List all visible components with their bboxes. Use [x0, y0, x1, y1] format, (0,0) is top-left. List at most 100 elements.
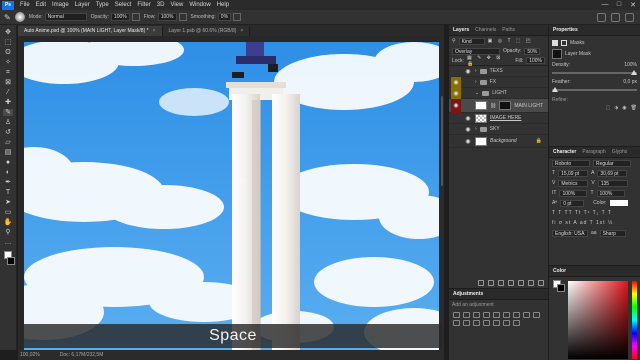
visibility-eye-icon[interactable]: ◉ — [464, 126, 472, 133]
channel-mixer-icon[interactable] — [453, 320, 460, 326]
tracking-select[interactable]: 135 — [597, 179, 628, 187]
search-icon[interactable] — [597, 12, 606, 22]
load-selection-icon[interactable]: ⬚ — [606, 105, 611, 111]
fx-icon[interactable] — [488, 280, 494, 286]
smoothing-field[interactable]: 0% — [217, 13, 232, 21]
font-style-select[interactable]: Regular — [593, 159, 631, 167]
airbrush-icon[interactable] — [178, 13, 187, 21]
tab-layers[interactable]: Layers — [453, 27, 469, 33]
density-value[interactable]: 100% — [624, 62, 637, 68]
chevron-right-icon[interactable]: › — [475, 68, 477, 74]
lasso-tool-icon[interactable]: ʘ — [3, 49, 13, 56]
visibility-eye-icon[interactable]: ◉ — [622, 105, 626, 111]
visibility-eye-icon[interactable]: ◉ — [452, 79, 460, 86]
filter-icons[interactable]: ▣ ◎ T ⬚ ◰ — [488, 38, 533, 44]
link-icon[interactable]: ⛓ — [490, 103, 496, 109]
layer-row-sky[interactable]: ◉ › SKY — [449, 124, 548, 135]
layer-row-fx[interactable]: ◉ › FX — [449, 76, 548, 88]
brush-preset-picker[interactable] — [14, 12, 25, 22]
tab-paragraph[interactable]: Paragraph — [582, 149, 605, 155]
menu-image[interactable]: Image — [49, 2, 72, 8]
layer-thumbnail[interactable] — [475, 113, 487, 123]
menu-file[interactable]: File — [17, 2, 33, 8]
tab-glyphs[interactable]: Glyphs — [612, 149, 628, 155]
horizontal-scale-field[interactable]: 100% — [596, 189, 625, 197]
move-tool-icon[interactable]: ✥ — [3, 29, 13, 36]
apply-mask-icon[interactable]: ⬗ — [614, 105, 618, 111]
layer-thumbnail[interactable] — [475, 136, 487, 146]
invert-icon[interactable] — [473, 320, 480, 326]
photo-filter-icon[interactable] — [533, 312, 540, 318]
menu-window[interactable]: Window — [186, 2, 213, 8]
new-group-icon[interactable] — [518, 280, 524, 286]
frame-tool-icon[interactable]: ⊠ — [3, 79, 13, 86]
adjustments-title[interactable]: Adjustments — [453, 291, 483, 297]
layer-row-main-light[interactable]: ◉ ⛓ MAIN LIGHT — [449, 98, 548, 113]
layer-opacity-field[interactable]: 50% — [524, 47, 541, 55]
brush-tool-icon[interactable]: ✎ — [4, 13, 11, 22]
type-style-buttons[interactable]: T T TT Tt T¹ T₁ T T — [549, 208, 640, 218]
blend-mode-select[interactable]: Overlay — [452, 47, 500, 55]
zoom-tool-icon[interactable]: ⚲ — [3, 229, 13, 236]
minimize-button[interactable]: — — [598, 1, 612, 9]
marquee-tool-icon[interactable]: ⬚ — [3, 39, 13, 46]
opentype-buttons[interactable]: fi σ st A ad T 1st ½ — [549, 218, 640, 228]
vertical-scale-field[interactable]: 100% — [559, 189, 588, 197]
layer-thumbnail[interactable] — [475, 101, 487, 110]
path-select-tool-icon[interactable]: ➤ — [3, 199, 13, 206]
tab-auto-anime[interactable]: Auto Anime.psd @ 100% (MAIN LIGHT, Layer… — [18, 26, 163, 36]
exposure-icon[interactable] — [483, 312, 490, 318]
close-tab-icon[interactable]: × — [240, 28, 243, 34]
posterize-icon[interactable] — [483, 320, 490, 326]
mode-select[interactable]: Normal — [44, 13, 87, 21]
gradient-tool-icon[interactable]: ▤ — [3, 149, 13, 156]
eyedropper-tool-icon[interactable]: ⁄ — [3, 89, 13, 96]
history-brush-tool-icon[interactable]: ↺ — [3, 129, 13, 136]
brush-tool-icon-active[interactable]: ✎ — [3, 109, 13, 116]
tab-character[interactable]: Character — [553, 149, 576, 155]
tab-properties[interactable]: Properties — [553, 27, 578, 33]
vector-mask-icon[interactable] — [561, 39, 567, 46]
color-picker-field[interactable] — [568, 281, 628, 359]
smoothing-options-icon[interactable] — [233, 13, 242, 21]
eraser-tool-icon[interactable]: ▱ — [3, 139, 13, 146]
fill-field[interactable]: 100% — [526, 57, 545, 64]
gradient-map-icon[interactable] — [503, 320, 510, 326]
pixel-mask-icon[interactable] — [552, 39, 558, 46]
kerning-select[interactable]: Metrics — [558, 179, 589, 187]
tab-layer-1[interactable]: Layer 1.psb @ 60.6% (RGB/8) × — [162, 26, 251, 36]
color-balance-icon[interactable] — [513, 312, 520, 318]
menu-layer[interactable]: Layer — [72, 2, 93, 8]
color-lookup-icon[interactable] — [463, 320, 470, 326]
menu-select[interactable]: Select — [112, 2, 135, 8]
menu-3d[interactable]: 3D — [154, 2, 168, 8]
text-color-swatch[interactable] — [609, 200, 628, 206]
tab-paths[interactable]: Paths — [502, 27, 515, 33]
baseline-field[interactable]: 0 pt — [560, 199, 585, 207]
blur-tool-icon[interactable]: ● — [3, 159, 13, 166]
density-slider[interactable] — [552, 70, 637, 75]
maximize-button[interactable]: □ — [612, 1, 626, 9]
brightness-icon[interactable] — [453, 312, 460, 318]
layer-mask-thumbnail[interactable] — [499, 101, 512, 110]
link-layers-icon[interactable] — [478, 280, 484, 286]
trash-icon[interactable] — [538, 280, 544, 286]
feather-slider[interactable] — [552, 87, 637, 92]
canvas-area[interactable]: ☝ — [18, 36, 444, 350]
document-canvas[interactable]: ☝ — [24, 42, 439, 350]
chevron-right-icon[interactable]: › — [475, 126, 477, 132]
dodge-tool-icon[interactable]: ◐ — [3, 169, 13, 176]
add-mask-icon[interactable] — [498, 280, 504, 286]
antialias-select[interactable]: Sharp — [599, 229, 626, 237]
leading-field[interactable]: 30,69 pt — [597, 169, 628, 177]
hue-saturation-icon[interactable] — [503, 312, 510, 318]
color-title[interactable]: Color — [553, 268, 566, 274]
curves-icon[interactable] — [473, 312, 480, 318]
background-color-swatch[interactable] — [557, 284, 565, 292]
layer-row-image-here[interactable]: ◉ IMAGE HERE — [449, 113, 548, 124]
hand-tool-icon[interactable]: ✋ — [3, 219, 13, 226]
crop-tool-icon[interactable]: ⌗ — [3, 69, 13, 76]
lock-icons[interactable]: ▦ ✎ ✥ ⊠ 🔒 — [467, 55, 512, 67]
background-color-swatch[interactable] — [7, 257, 15, 265]
chevron-down-icon[interactable]: ⌄ — [475, 90, 479, 96]
